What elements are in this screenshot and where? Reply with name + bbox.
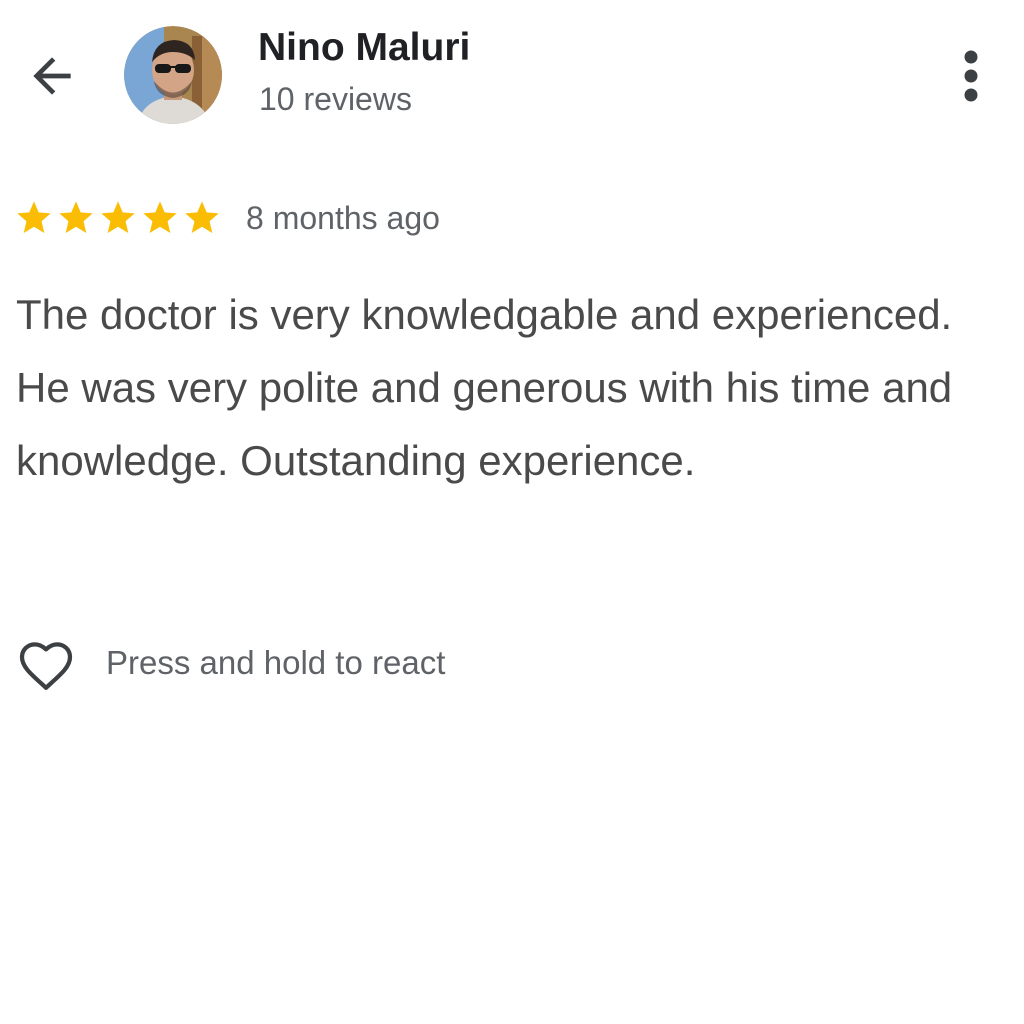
star-icon bbox=[182, 198, 222, 238]
review-text: The doctor is very knowledgable and expe… bbox=[16, 291, 953, 484]
star-rating bbox=[14, 198, 224, 238]
back-button[interactable] bbox=[18, 42, 86, 110]
star-icon bbox=[56, 198, 96, 238]
arrow-left-icon bbox=[33, 57, 71, 95]
review-header: Nino Maluri 10 reviews bbox=[0, 0, 1024, 150]
profile-photo bbox=[124, 26, 222, 124]
review-count: 10 reviews bbox=[259, 81, 412, 117]
rating-row: 8 months ago bbox=[14, 196, 440, 240]
avatar[interactable] bbox=[124, 26, 222, 124]
react-label: Press and hold to react bbox=[106, 644, 446, 681]
star-icon bbox=[14, 198, 54, 238]
star-icon bbox=[140, 198, 180, 238]
star-icon bbox=[98, 198, 138, 238]
heart-outline-icon bbox=[19, 642, 73, 690]
author-name[interactable]: Nino Maluri bbox=[258, 26, 470, 70]
review-time: 8 months ago bbox=[246, 199, 440, 236]
react-button[interactable]: Press and hold to react bbox=[14, 633, 445, 693]
more-vertical-icon bbox=[964, 50, 978, 102]
more-options-button[interactable] bbox=[945, 44, 997, 108]
